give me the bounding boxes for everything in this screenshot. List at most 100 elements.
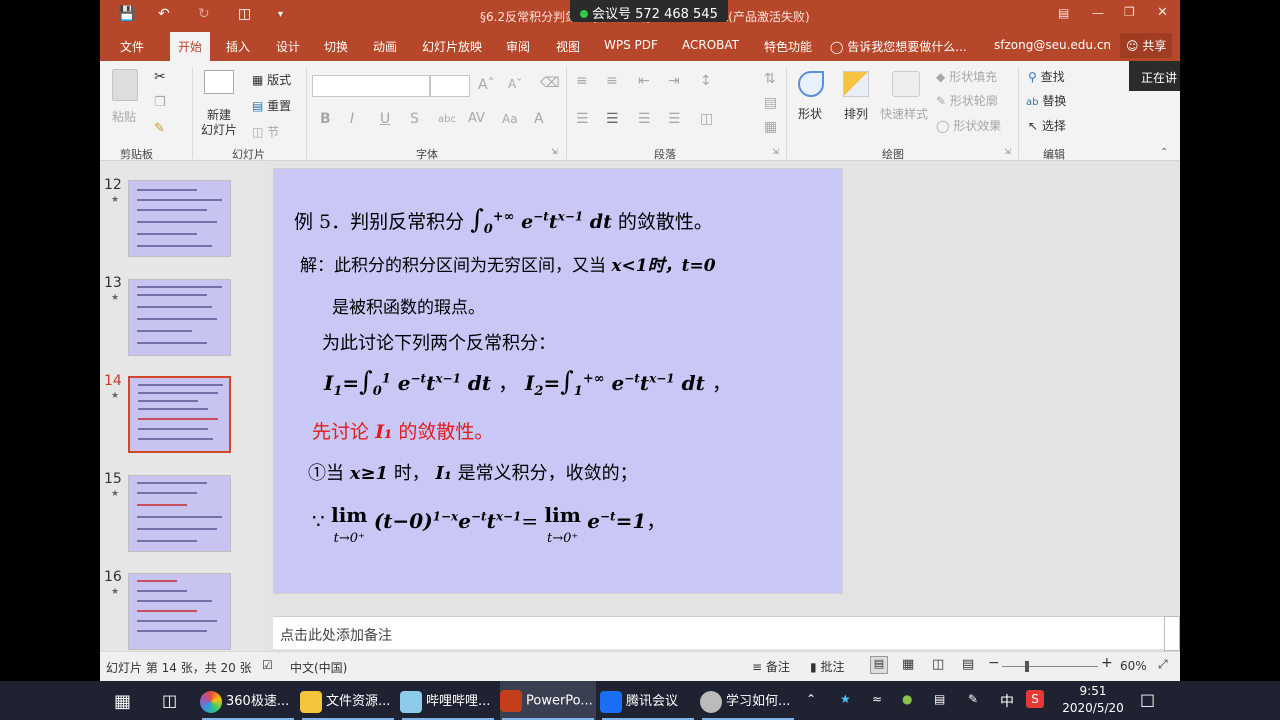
pen-tray-icon[interactable]: ✎ [968,692,978,706]
slide-thumbnail[interactable] [128,279,231,356]
redo-icon[interactable]: ↻ [198,6,210,22]
task-view-icon[interactable]: ◫ [162,691,177,710]
restore-button[interactable]: ❐ [1124,5,1135,19]
zoom-slider-thumb[interactable] [1025,661,1029,672]
user-account[interactable]: sfzong@seu.edu.cn [994,38,1111,52]
sogou-icon[interactable]: S [1026,690,1044,708]
fit-to-window-icon[interactable]: ⤢ [1158,657,1168,672]
notes-pane[interactable]: 点击此处添加备注 [273,616,1168,649]
zoom-level[interactable]: 60% [1120,659,1147,673]
slide-thumbnail[interactable] [128,475,231,552]
taskbar-app-tencent-meeting[interactable]: 腾讯会议 [600,681,696,720]
align-left-icon[interactable]: ☰ [576,111,589,127]
char-spacing-icon[interactable]: AV [468,111,485,126]
zoom-slider[interactable] [1002,666,1098,667]
strikethrough-icon[interactable]: abc [438,114,456,125]
notification-icon[interactable]: □ [1140,690,1155,709]
replace-button[interactable]: ab 替换 [1026,92,1066,109]
new-slide-label[interactable]: 新建 幻灯片 [196,108,242,138]
shape-outline-button[interactable]: ✎ 形状轮廓 [936,92,998,109]
text-direction-icon[interactable]: ⇅ [764,71,776,87]
line-spacing-icon[interactable]: ↕ [700,73,712,89]
taskbar-app-bilibili[interactable]: 哔哩哔哩... [400,681,496,720]
language-indicator[interactable]: 中文(中国) [290,659,347,676]
italic-icon[interactable]: I [350,111,354,127]
justify-icon[interactable]: ☰ [668,111,681,127]
taskbar-app-360[interactable]: 360极速... [200,681,296,720]
shapes-label[interactable]: 形状 [798,105,822,122]
paste-label[interactable]: 粘贴 [112,108,136,125]
align-right-icon[interactable]: ☰ [638,111,651,127]
clock-date[interactable]: 2020/5/20 [1054,701,1132,715]
tell-me-box[interactable]: ◯ 告诉我您想要做什么... [830,38,967,55]
customize-toolbar-icon[interactable]: ▾ [278,9,283,20]
tray-expand-icon[interactable]: ⌃ [806,692,816,706]
new-slide-icon[interactable] [204,70,234,94]
tab-home[interactable]: 开始 [170,32,211,61]
security-icon[interactable]: ● [902,692,912,706]
tab-review[interactable]: 审阅 [506,38,530,55]
comments-toggle[interactable]: ▮ 批注 [810,658,844,675]
tab-animations[interactable]: 动画 [373,38,397,55]
quick-styles-label[interactable]: 快速样式 [880,105,928,122]
notes-toggle[interactable]: ≡ 备注 [752,658,790,675]
tab-design[interactable]: 设计 [276,38,300,55]
reading-view-icon[interactable]: ◫ [932,657,944,672]
notes-scrollbar[interactable] [1164,616,1180,651]
align-text-icon[interactable]: ▤ [764,95,777,111]
start-slideshow-icon[interactable]: ◫ [238,6,251,22]
quick-styles-icon[interactable] [892,71,920,97]
reset-button[interactable]: ▤ 重置 [252,97,291,114]
layout-button[interactable]: ▦ 版式 [252,71,291,88]
shapes-icon[interactable] [798,71,824,97]
cut-icon[interactable]: ✂ [154,69,166,85]
shadow-icon[interactable]: S [410,111,419,127]
tab-view[interactable]: 视图 [556,38,580,55]
wifi-icon[interactable]: ≈ [872,692,882,706]
format-painter-icon[interactable]: ✎ [154,121,165,136]
slide-thumbnail[interactable] [128,573,231,650]
tab-transitions[interactable]: 切换 [324,38,348,55]
slide-sorter-icon[interactable]: ▦ [902,657,914,672]
zoom-in-icon[interactable]: + [1101,655,1113,671]
section-button[interactable]: ◫ 节 [252,123,279,140]
paste-icon[interactable] [112,69,138,101]
tab-acrobat[interactable]: ACROBAT [682,38,739,52]
arrange-label[interactable]: 排列 [844,105,868,122]
taskbar-app-learning[interactable]: 学习如何... [700,681,796,720]
increase-indent-icon[interactable]: ⇥ [668,73,680,89]
slide-canvas[interactable]: 例 5．判别反常积分 ∫0+∞ e−ttx−1 dt 的敛散性。 解：此积分的积… [273,168,843,594]
tab-file[interactable]: 文件 [120,38,144,55]
bold-icon[interactable]: B [320,111,331,127]
normal-view-icon[interactable]: ▤ [870,656,888,674]
slide-thumbnail-selected[interactable] [128,376,231,453]
smartart-icon[interactable]: ▦ [764,119,777,135]
underline-icon[interactable]: U [380,111,390,127]
share-button[interactable]: ☺ 共享 [1120,33,1172,58]
numbering-icon[interactable]: ≡ [606,73,618,89]
font-color-icon[interactable]: A [534,111,544,127]
network-icon[interactable]: ▤ [934,692,945,706]
windows-start-icon[interactable]: ▦ [114,691,131,712]
close-button[interactable]: ✕ [1157,5,1168,20]
minimize-button[interactable]: — [1092,6,1104,20]
shrink-font-icon[interactable]: Aˇ [508,77,522,91]
decrease-indent-icon[interactable]: ⇤ [638,73,650,89]
slideshow-view-icon[interactable]: ▤ [962,657,974,672]
align-center-icon[interactable]: ☰ [606,111,619,127]
taskbar-app-powerpoint[interactable]: PowerPo... [500,681,596,720]
taskbar-app-explorer[interactable]: 文件资源... [300,681,396,720]
collapse-ribbon-icon[interactable]: ⌃ [1160,147,1168,158]
copy-icon[interactable]: ❐ [154,95,166,110]
slide-thumbnail[interactable] [128,180,231,257]
tab-features[interactable]: 特色功能 [764,38,812,55]
arrange-icon[interactable] [843,71,869,97]
tray-app-icon[interactable]: ★ [840,692,851,706]
find-button[interactable]: ⚲ 查找 [1028,68,1065,85]
ribbon-display-icon[interactable]: ▤ [1058,6,1069,20]
shape-effects-button[interactable]: ◯ 形状效果 [936,117,1001,134]
font-size-box[interactable] [430,75,470,97]
paragraph-dialog-launcher-icon[interactable]: ⇲ [772,147,779,156]
bullets-icon[interactable]: ≡ [576,73,588,89]
drawing-dialog-launcher-icon[interactable]: ⇲ [1004,147,1011,156]
